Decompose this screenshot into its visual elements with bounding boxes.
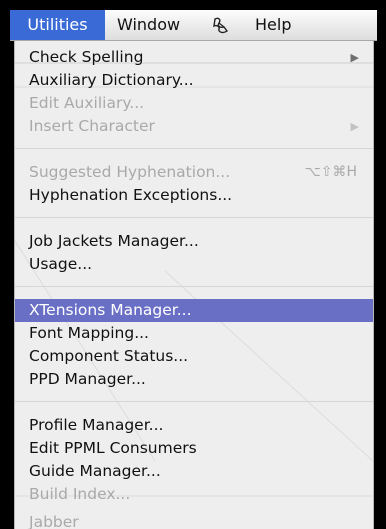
menu-separator xyxy=(15,286,373,287)
menu-item-font-mapping[interactable]: Font Mapping... xyxy=(15,322,373,345)
menu-item-label: Suggested Hyphenation... xyxy=(29,163,231,181)
menu-item-edit-ppml-consumers[interactable]: Edit PPML Consumers xyxy=(15,437,373,460)
script-menu-icon[interactable] xyxy=(211,10,231,40)
menu-item-label: Check Spelling xyxy=(29,48,144,66)
menu-item-label: Auxiliary Dictionary... xyxy=(29,71,194,89)
menu-bar: Utilities Window Help xyxy=(10,10,377,41)
menu-item-usage[interactable]: Usage... xyxy=(15,253,373,276)
menu-item-insert-character: Insert Character ▶ xyxy=(15,115,373,138)
menu-item-guide-manager[interactable]: Guide Manager... xyxy=(15,460,373,483)
menu-window[interactable]: Window xyxy=(117,10,180,40)
menu-item-profile-manager[interactable]: Profile Manager... xyxy=(15,414,373,437)
menu-item-label: Guide Manager... xyxy=(29,462,161,480)
menu-item-label: Insert Character xyxy=(29,117,155,135)
menu-item-label: XTensions Manager... xyxy=(29,301,192,319)
menu-separator xyxy=(15,217,373,218)
menu-item-label: Hyphenation Exceptions... xyxy=(29,186,233,204)
keyboard-shortcut: ⌥⇧⌘H xyxy=(304,164,357,180)
menu-item-label: PPD Manager... xyxy=(29,370,146,388)
menu-item-jabber: Jabber xyxy=(15,511,373,529)
menu-item-check-spelling[interactable]: Check Spelling ▶ xyxy=(15,46,373,69)
menu-item-label: Profile Manager... xyxy=(29,416,164,434)
menu-item-job-jackets-manager[interactable]: Job Jackets Manager... xyxy=(15,230,373,253)
menu-item-build-index: Build Index... xyxy=(15,483,373,506)
menu-item-hyphenation-exceptions[interactable]: Hyphenation Exceptions... xyxy=(15,184,373,207)
menu-item-label: Font Mapping... xyxy=(29,324,149,342)
screen: Utilities Window Help Check Spelling ▶ A… xyxy=(0,0,386,529)
script-icon xyxy=(213,17,228,34)
menu-item-auxiliary-dictionary[interactable]: Auxiliary Dictionary... xyxy=(15,69,373,92)
menu-separator xyxy=(15,401,373,402)
menu-help[interactable]: Help xyxy=(255,10,291,40)
menu-item-label: Component Status... xyxy=(29,347,189,365)
submenu-arrow-icon: ▶ xyxy=(350,51,359,64)
menu-item-label: Edit PPML Consumers xyxy=(29,439,197,457)
submenu-arrow-icon: ▶ xyxy=(350,120,359,133)
menu-item-component-status[interactable]: Component Status... xyxy=(15,345,373,368)
menu-item-label: Job Jackets Manager... xyxy=(29,232,199,250)
menu-item-edit-auxiliary: Edit Auxiliary... xyxy=(15,92,373,115)
menu-item-xtensions-manager[interactable]: XTensions Manager... xyxy=(15,299,373,322)
menu-item-label: Build Index... xyxy=(29,485,131,503)
menu-item-label: Jabber xyxy=(29,513,79,529)
menu-separator xyxy=(15,148,373,149)
menu-item-label: Usage... xyxy=(29,255,93,273)
menu-item-ppd-manager[interactable]: PPD Manager... xyxy=(15,368,373,391)
menu-item-suggested-hyphenation: Suggested Hyphenation... ⌥⇧⌘H xyxy=(15,161,373,184)
menu-utilities[interactable]: Utilities xyxy=(10,10,105,40)
menu-item-label: Edit Auxiliary... xyxy=(29,94,145,112)
utilities-dropdown-menu: Check Spelling ▶ Auxiliary Dictionary...… xyxy=(14,41,374,529)
